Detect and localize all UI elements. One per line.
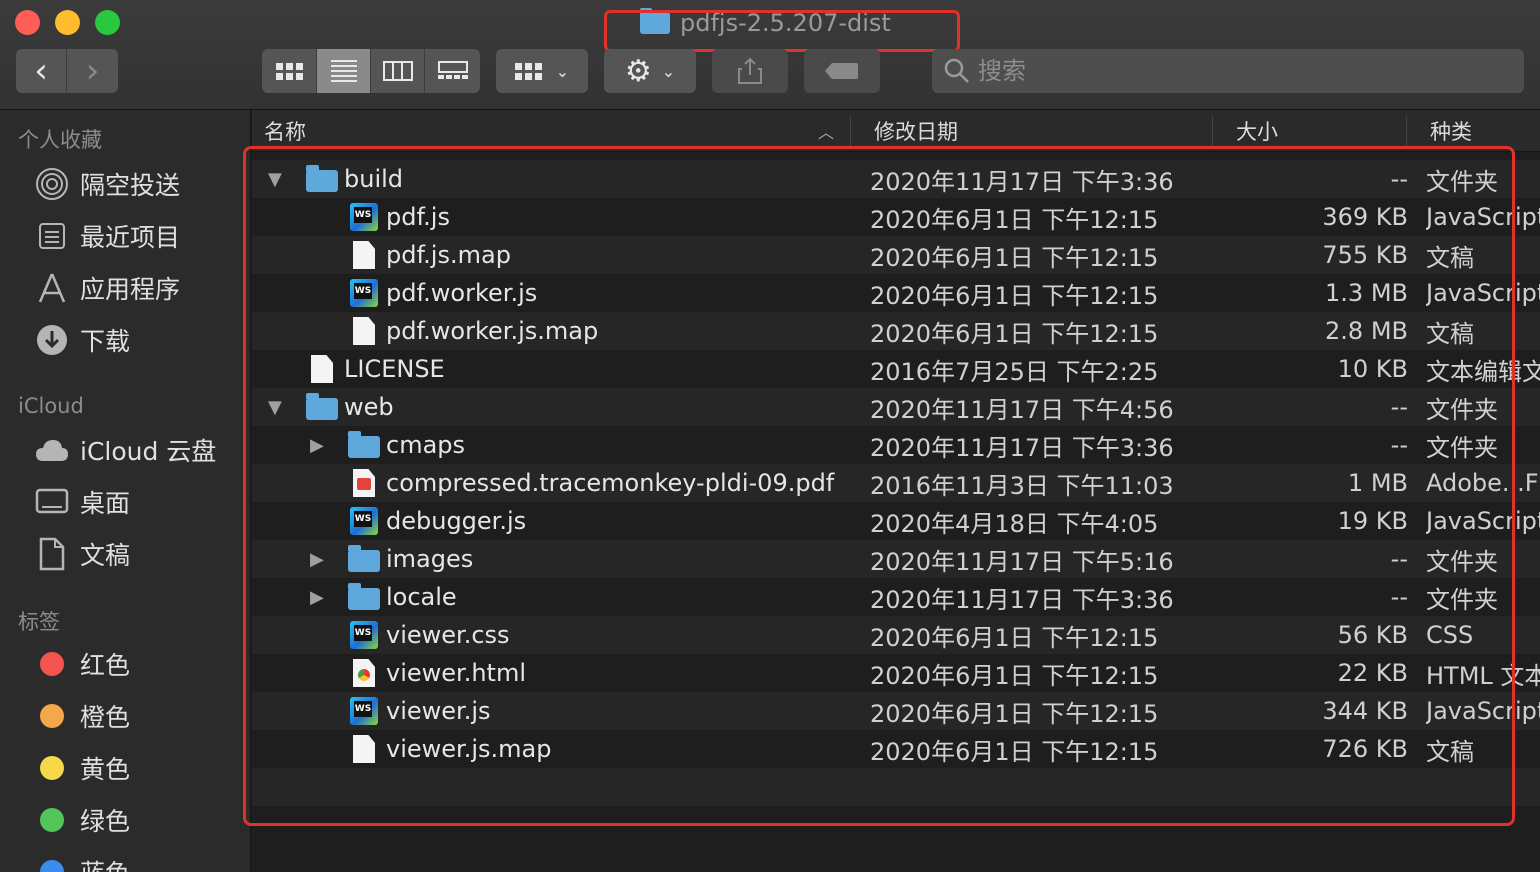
- sidebar: 个人收藏 隔空投送 最近项目 应用程序 下载 iCloud iCloud 云盘: [0, 110, 251, 872]
- documents-icon: [34, 536, 70, 572]
- blue-tag-dot-icon: [40, 860, 64, 872]
- gear-icon: ⚙: [624, 53, 652, 89]
- sidebar-item-label: 最近项目: [80, 223, 181, 252]
- share-icon: [738, 57, 762, 84]
- view-gallery-button[interactable]: [425, 49, 480, 93]
- sidebar-item-label: iCloud 云盘: [80, 437, 217, 466]
- gallery-view-icon: [437, 61, 468, 81]
- sidebar-tag-blue[interactable]: 蓝色: [34, 852, 130, 872]
- recents-icon: [34, 218, 70, 254]
- forward-button[interactable]: ›: [67, 49, 118, 93]
- desktop-icon: [34, 484, 70, 520]
- back-button[interactable]: ‹: [16, 49, 67, 93]
- sidebar-tag-orange[interactable]: 橙色: [34, 696, 130, 736]
- column-view-icon: [382, 61, 413, 81]
- airdrop-icon: [34, 166, 70, 202]
- sidebar-item-label: 下载: [80, 327, 131, 356]
- view-icons-button[interactable]: [262, 49, 317, 93]
- sidebar-item-desktop[interactable]: 桌面: [34, 482, 130, 522]
- sidebar-item-label: 黄色: [80, 755, 131, 784]
- yellow-tag-dot-icon: [40, 756, 64, 780]
- sidebar-item-label: 红色: [80, 651, 131, 680]
- annotation-box-files: [243, 146, 1515, 826]
- sidebar-tag-red[interactable]: 红色: [34, 644, 130, 684]
- cloud-icon: [34, 432, 70, 468]
- sidebar-item-label: 文稿: [80, 541, 131, 570]
- red-tag-dot-icon: [40, 652, 64, 676]
- sidebar-item-documents[interactable]: 文稿: [34, 534, 130, 574]
- chevron-left-icon: ‹: [34, 51, 48, 91]
- minimize-window-button[interactable]: [55, 10, 80, 35]
- search-field[interactable]: [932, 49, 1524, 93]
- toolbar: pdfjs-2.5.207-dist ‹ › ⌄ ⚙ ⌄: [0, 0, 1540, 110]
- sidebar-item-label: 橙色: [80, 703, 131, 732]
- sidebar-section-favorites: 个人收藏: [18, 128, 102, 152]
- share-button[interactable]: [712, 49, 788, 93]
- downloads-icon: [34, 322, 70, 358]
- applications-icon: [34, 270, 70, 306]
- view-columns-button[interactable]: [371, 49, 425, 93]
- group-by-icon: [514, 62, 542, 80]
- sidebar-tag-yellow[interactable]: 黄色: [34, 748, 130, 788]
- sidebar-item-airdrop[interactable]: 隔空投送: [34, 164, 180, 204]
- view-mode-control: [262, 49, 480, 93]
- search-icon: [944, 58, 969, 83]
- annotation-box-title: [604, 10, 960, 52]
- navigation-buttons: ‹ ›: [16, 49, 118, 93]
- chevron-down-icon: ⌄: [555, 61, 570, 81]
- action-menu-button[interactable]: ⚙ ⌄: [604, 49, 696, 93]
- sidebar-item-recents[interactable]: 最近项目: [34, 216, 180, 256]
- sidebar-item-icloud-drive[interactable]: iCloud 云盘: [34, 430, 216, 470]
- tag-icon: [825, 63, 858, 79]
- sidebar-tag-green[interactable]: 绿色: [34, 800, 130, 840]
- sidebar-item-label: 桌面: [80, 489, 131, 518]
- green-tag-dot-icon: [40, 808, 64, 832]
- close-window-button[interactable]: [15, 10, 40, 35]
- sidebar-item-downloads[interactable]: 下载: [34, 320, 130, 360]
- list-view-icon: [330, 60, 357, 82]
- sidebar-item-label: 应用程序: [80, 275, 181, 304]
- zoom-window-button[interactable]: [95, 10, 120, 35]
- search-input[interactable]: [978, 57, 1498, 85]
- icon-view-icon: [275, 62, 303, 80]
- sidebar-item-label: 蓝色: [80, 854, 130, 872]
- sidebar-section-icloud: iCloud: [18, 394, 84, 418]
- orange-tag-dot-icon: [40, 704, 64, 728]
- sidebar-item-label: 隔空投送: [80, 171, 181, 200]
- edit-tags-button[interactable]: [804, 49, 880, 93]
- sidebar-item-applications[interactable]: 应用程序: [34, 268, 180, 308]
- view-list-button[interactable]: [317, 49, 371, 93]
- chevron-down-icon: ⌄: [661, 61, 676, 81]
- sidebar-item-label: 绿色: [80, 807, 131, 836]
- chevron-right-icon: ›: [85, 51, 100, 91]
- sidebar-section-tags: 标签: [18, 610, 60, 634]
- group-by-button[interactable]: ⌄: [496, 49, 588, 93]
